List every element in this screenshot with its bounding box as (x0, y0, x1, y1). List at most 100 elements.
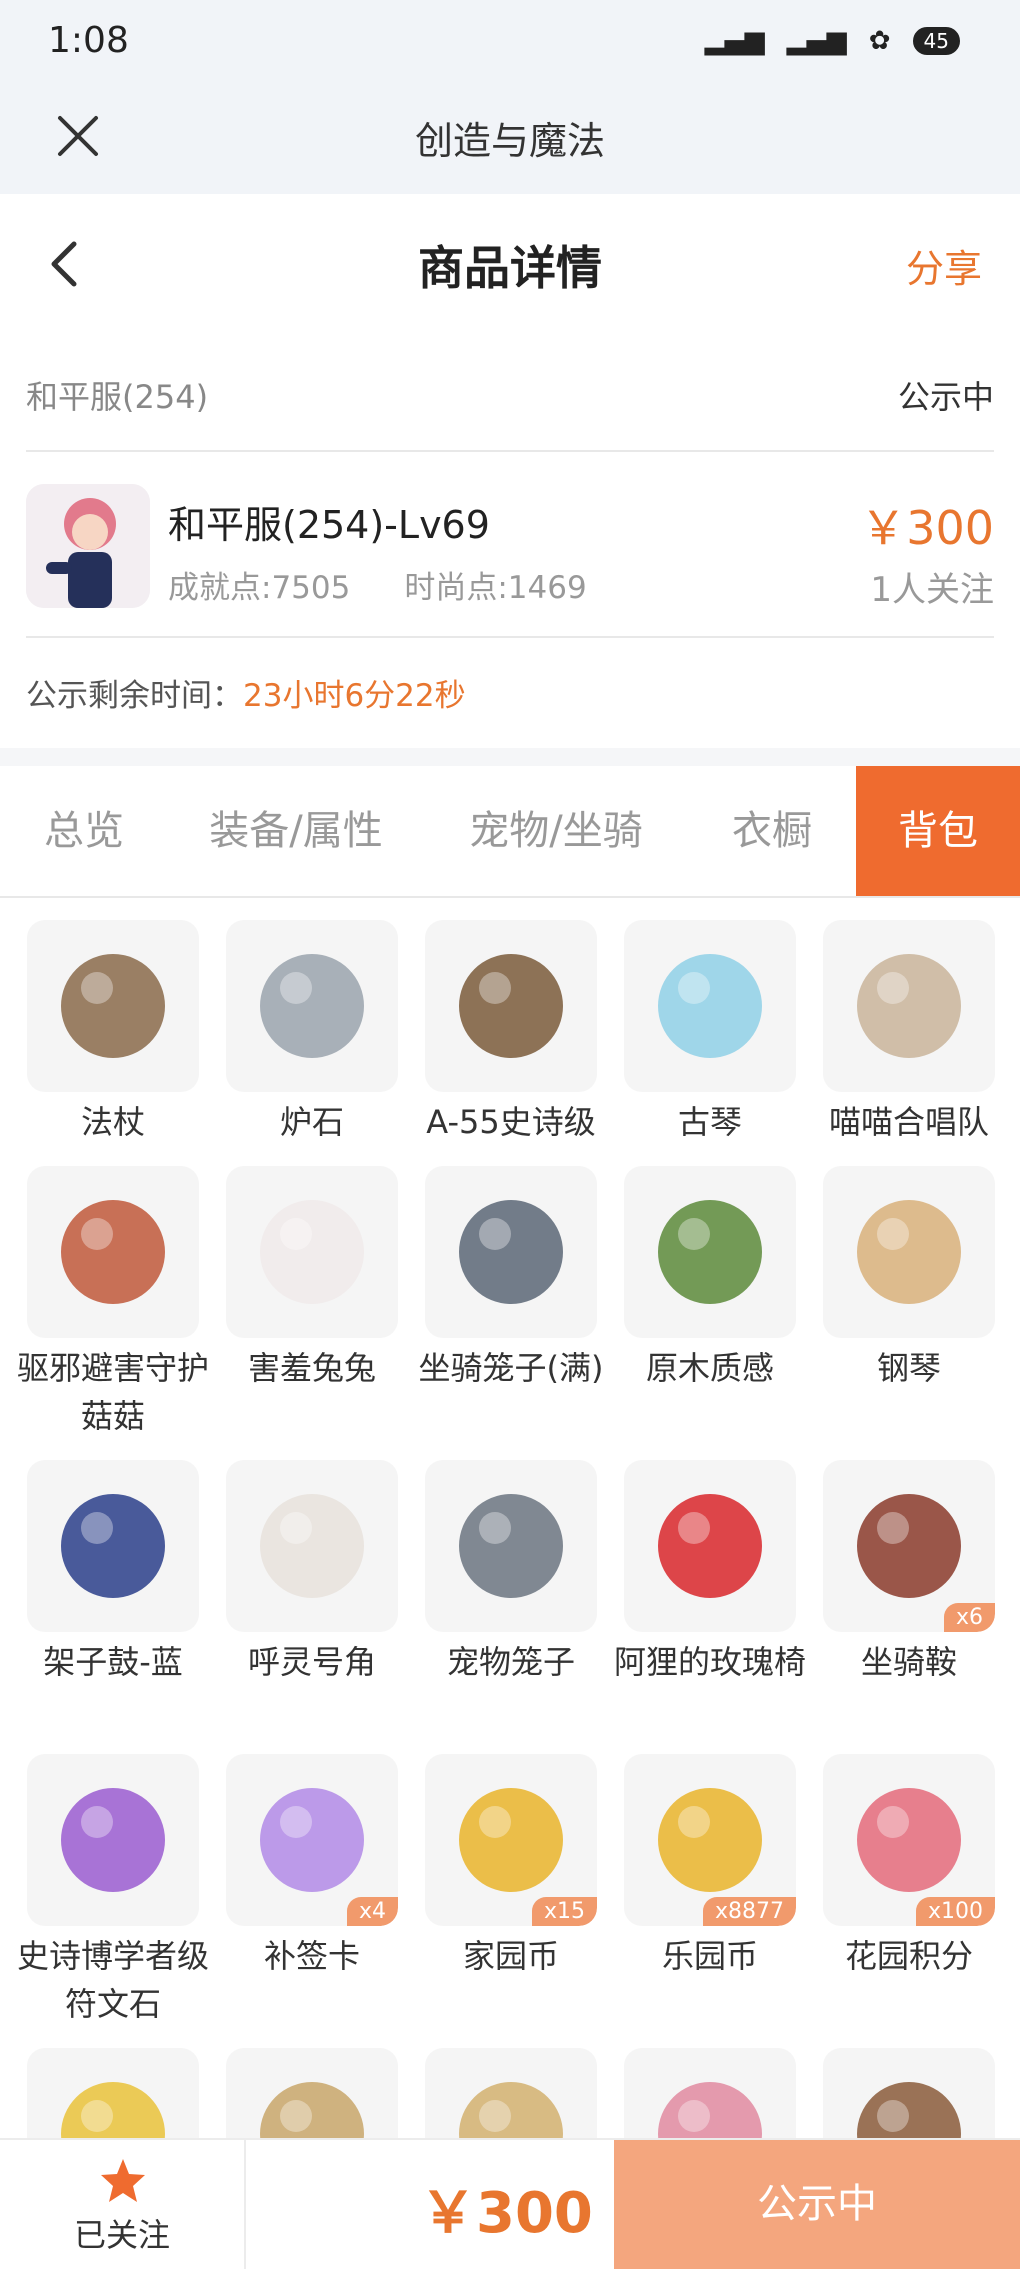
item-count-badge: x4 (346, 1897, 398, 1926)
backpack-item[interactable]: 害羞兔兔 (226, 1166, 398, 1392)
signal-icon: ▂▄▆ (704, 26, 765, 56)
rose-icon (658, 1494, 762, 1598)
timer-value: 23小时6分22秒 (243, 678, 466, 714)
pet-cage-icon (459, 1494, 563, 1598)
signal-icon-2: ▂▄▆ (786, 26, 847, 56)
item-count-badge: x6 (943, 1603, 995, 1632)
wifi-icon: ✿ (868, 26, 891, 56)
item-label: 原木质感 (645, 1349, 774, 1387)
page-title: 商品详情 (418, 241, 602, 295)
item-label: 钢琴 (876, 1349, 941, 1387)
backpack-item[interactable]: x100 花园积分 (823, 1754, 995, 1980)
item-label: 古琴 (677, 1103, 742, 1141)
backpack-item[interactable]: 钢琴 (823, 1166, 995, 1392)
item-label: 花园积分 (844, 1937, 973, 1975)
item-label: A-55史诗级 (426, 1103, 596, 1141)
item-label: 补签卡 (263, 1937, 360, 1975)
tab-backpack[interactable]: 背包 (856, 766, 1020, 896)
item-label: 呼灵号角 (247, 1643, 376, 1681)
section-divider (0, 748, 1020, 766)
item-thumbnail (226, 1166, 398, 1338)
cat-choir-icon (857, 954, 961, 1058)
item-thumbnail: x100 (823, 1754, 995, 1926)
backpack-item[interactable]: 史诗博学者级符文石 (17, 1754, 209, 2028)
follow-button[interactable]: 已关注 (0, 2140, 246, 2269)
item-label: 阿狸的玫瑰椅 (613, 1643, 806, 1681)
server-status: 公示中 (897, 378, 994, 416)
character-name: 和平服(254)-Lv69 (168, 503, 490, 547)
follow-label: 已关注 (73, 2216, 170, 2254)
item-label: 驱邪避害守护菇菇 (16, 1349, 209, 1435)
item-label: 炉石 (279, 1103, 344, 1141)
star-icon (101, 2159, 145, 2202)
status-time: 1:08 (48, 20, 129, 61)
rabbit-icon (260, 1200, 364, 1304)
battery-icon: 45 (912, 27, 960, 55)
backpack-item[interactable]: 原木质感 (624, 1166, 796, 1392)
item-label: 法杖 (80, 1103, 145, 1141)
backpack-item[interactable]: x15 家园币 (425, 1754, 597, 1980)
item-label: 宠物笼子 (446, 1643, 575, 1681)
timer-row: 公示剩余时间：23小时6分22秒 (26, 670, 466, 715)
mushroom-icon (61, 1200, 165, 1304)
backpack-item[interactable]: 喵喵合唱队 (823, 920, 995, 1146)
status-icons: ▂▄▆ ▂▄▆ ✿ 45 (705, 26, 960, 56)
item-label: 史诗博学者级符文石 (16, 1937, 209, 2023)
item-count-badge: x100 (915, 1897, 995, 1926)
guqin-icon (658, 954, 762, 1058)
avatar (26, 484, 150, 608)
rune-stone-icon (61, 1788, 165, 1892)
item-thumbnail (226, 1460, 398, 1632)
backpack-item[interactable]: 炉石 (226, 920, 398, 1146)
item-label: 乐园币 (661, 1937, 758, 1975)
item-thumbnail: x15 (425, 1754, 597, 1926)
status-bar: 1:08 ▂▄▆ ▂▄▆ ✿ 45 (0, 0, 1020, 90)
tab-pets[interactable]: 宠物/坐骑 (424, 766, 688, 896)
tab-wardrobe[interactable]: 衣橱 (688, 766, 856, 896)
item-thumbnail: x8877 (624, 1754, 796, 1926)
server-name: 和平服(254) (26, 378, 209, 416)
wood-block-icon (658, 1200, 762, 1304)
item-thumbnail (27, 1166, 199, 1338)
backpack-item[interactable]: 坐骑笼子(满) (419, 1166, 603, 1392)
item-thumbnail (624, 1166, 796, 1338)
share-button[interactable]: 分享 (906, 238, 982, 293)
item-thumbnail (27, 1754, 199, 1926)
app-title: 创造与魔法 (414, 119, 605, 163)
item-thumbnail (624, 1460, 796, 1632)
character-price: ￥300 (860, 501, 994, 555)
backpack-item[interactable]: 呼灵号角 (226, 1460, 398, 1686)
backpack-item[interactable]: 宠物笼子 (425, 1460, 597, 1686)
rifle-icon (459, 954, 563, 1058)
item-thumbnail: x6 (823, 1460, 995, 1632)
server-row: 和平服(254) 公示中 (26, 340, 994, 452)
backpack-item[interactable]: x6 坐骑鞍 (823, 1460, 995, 1686)
backpack-item[interactable]: A-55史诗级 (425, 920, 597, 1146)
item-thumbnail (425, 1460, 597, 1632)
bottom-bar: 已关注 ￥300 公示中 (0, 2138, 1020, 2269)
backpack-item[interactable]: 驱邪避害守护菇菇 (17, 1166, 209, 1440)
drum-kit-icon (61, 1494, 165, 1598)
bottom-price: ￥300 (420, 2181, 593, 2246)
item-thumbnail (823, 1166, 995, 1338)
item-thumbnail (425, 1166, 597, 1338)
backpack-item[interactable]: 架子鼓-蓝 (27, 1460, 199, 1686)
item-thumbnail (27, 920, 199, 1092)
item-thumbnail (27, 1460, 199, 1632)
backpack-item[interactable]: 阿狸的玫瑰椅 (614, 1460, 806, 1686)
backpack-item[interactable]: x8877 乐园币 (624, 1754, 796, 1980)
hearthstone-icon (260, 954, 364, 1058)
status-action-button[interactable]: 公示中 (614, 2140, 1020, 2269)
character-stats: 成就点:7505 时尚点:1469 (168, 562, 587, 607)
tab-overview[interactable]: 总览 (0, 766, 168, 896)
follower-count: 1人关注 (870, 570, 994, 610)
backpack-item[interactable]: 古琴 (624, 920, 796, 1146)
item-count-badge: x15 (531, 1897, 597, 1926)
backpack-item[interactable]: 法杖 (27, 920, 199, 1146)
tab-equipment[interactable]: 装备/属性 (168, 766, 424, 896)
nav-bar: 商品详情 分享 (0, 194, 1020, 334)
character-row[interactable]: 和平服(254)-Lv69 成就点:7505 时尚点:1469 ￥300 1人关注 (26, 452, 994, 638)
timer-label: 公示剩余时间： (26, 678, 243, 714)
backpack-item[interactable]: x4 补签卡 (226, 1754, 398, 1980)
item-thumbnail: x4 (226, 1754, 398, 1926)
